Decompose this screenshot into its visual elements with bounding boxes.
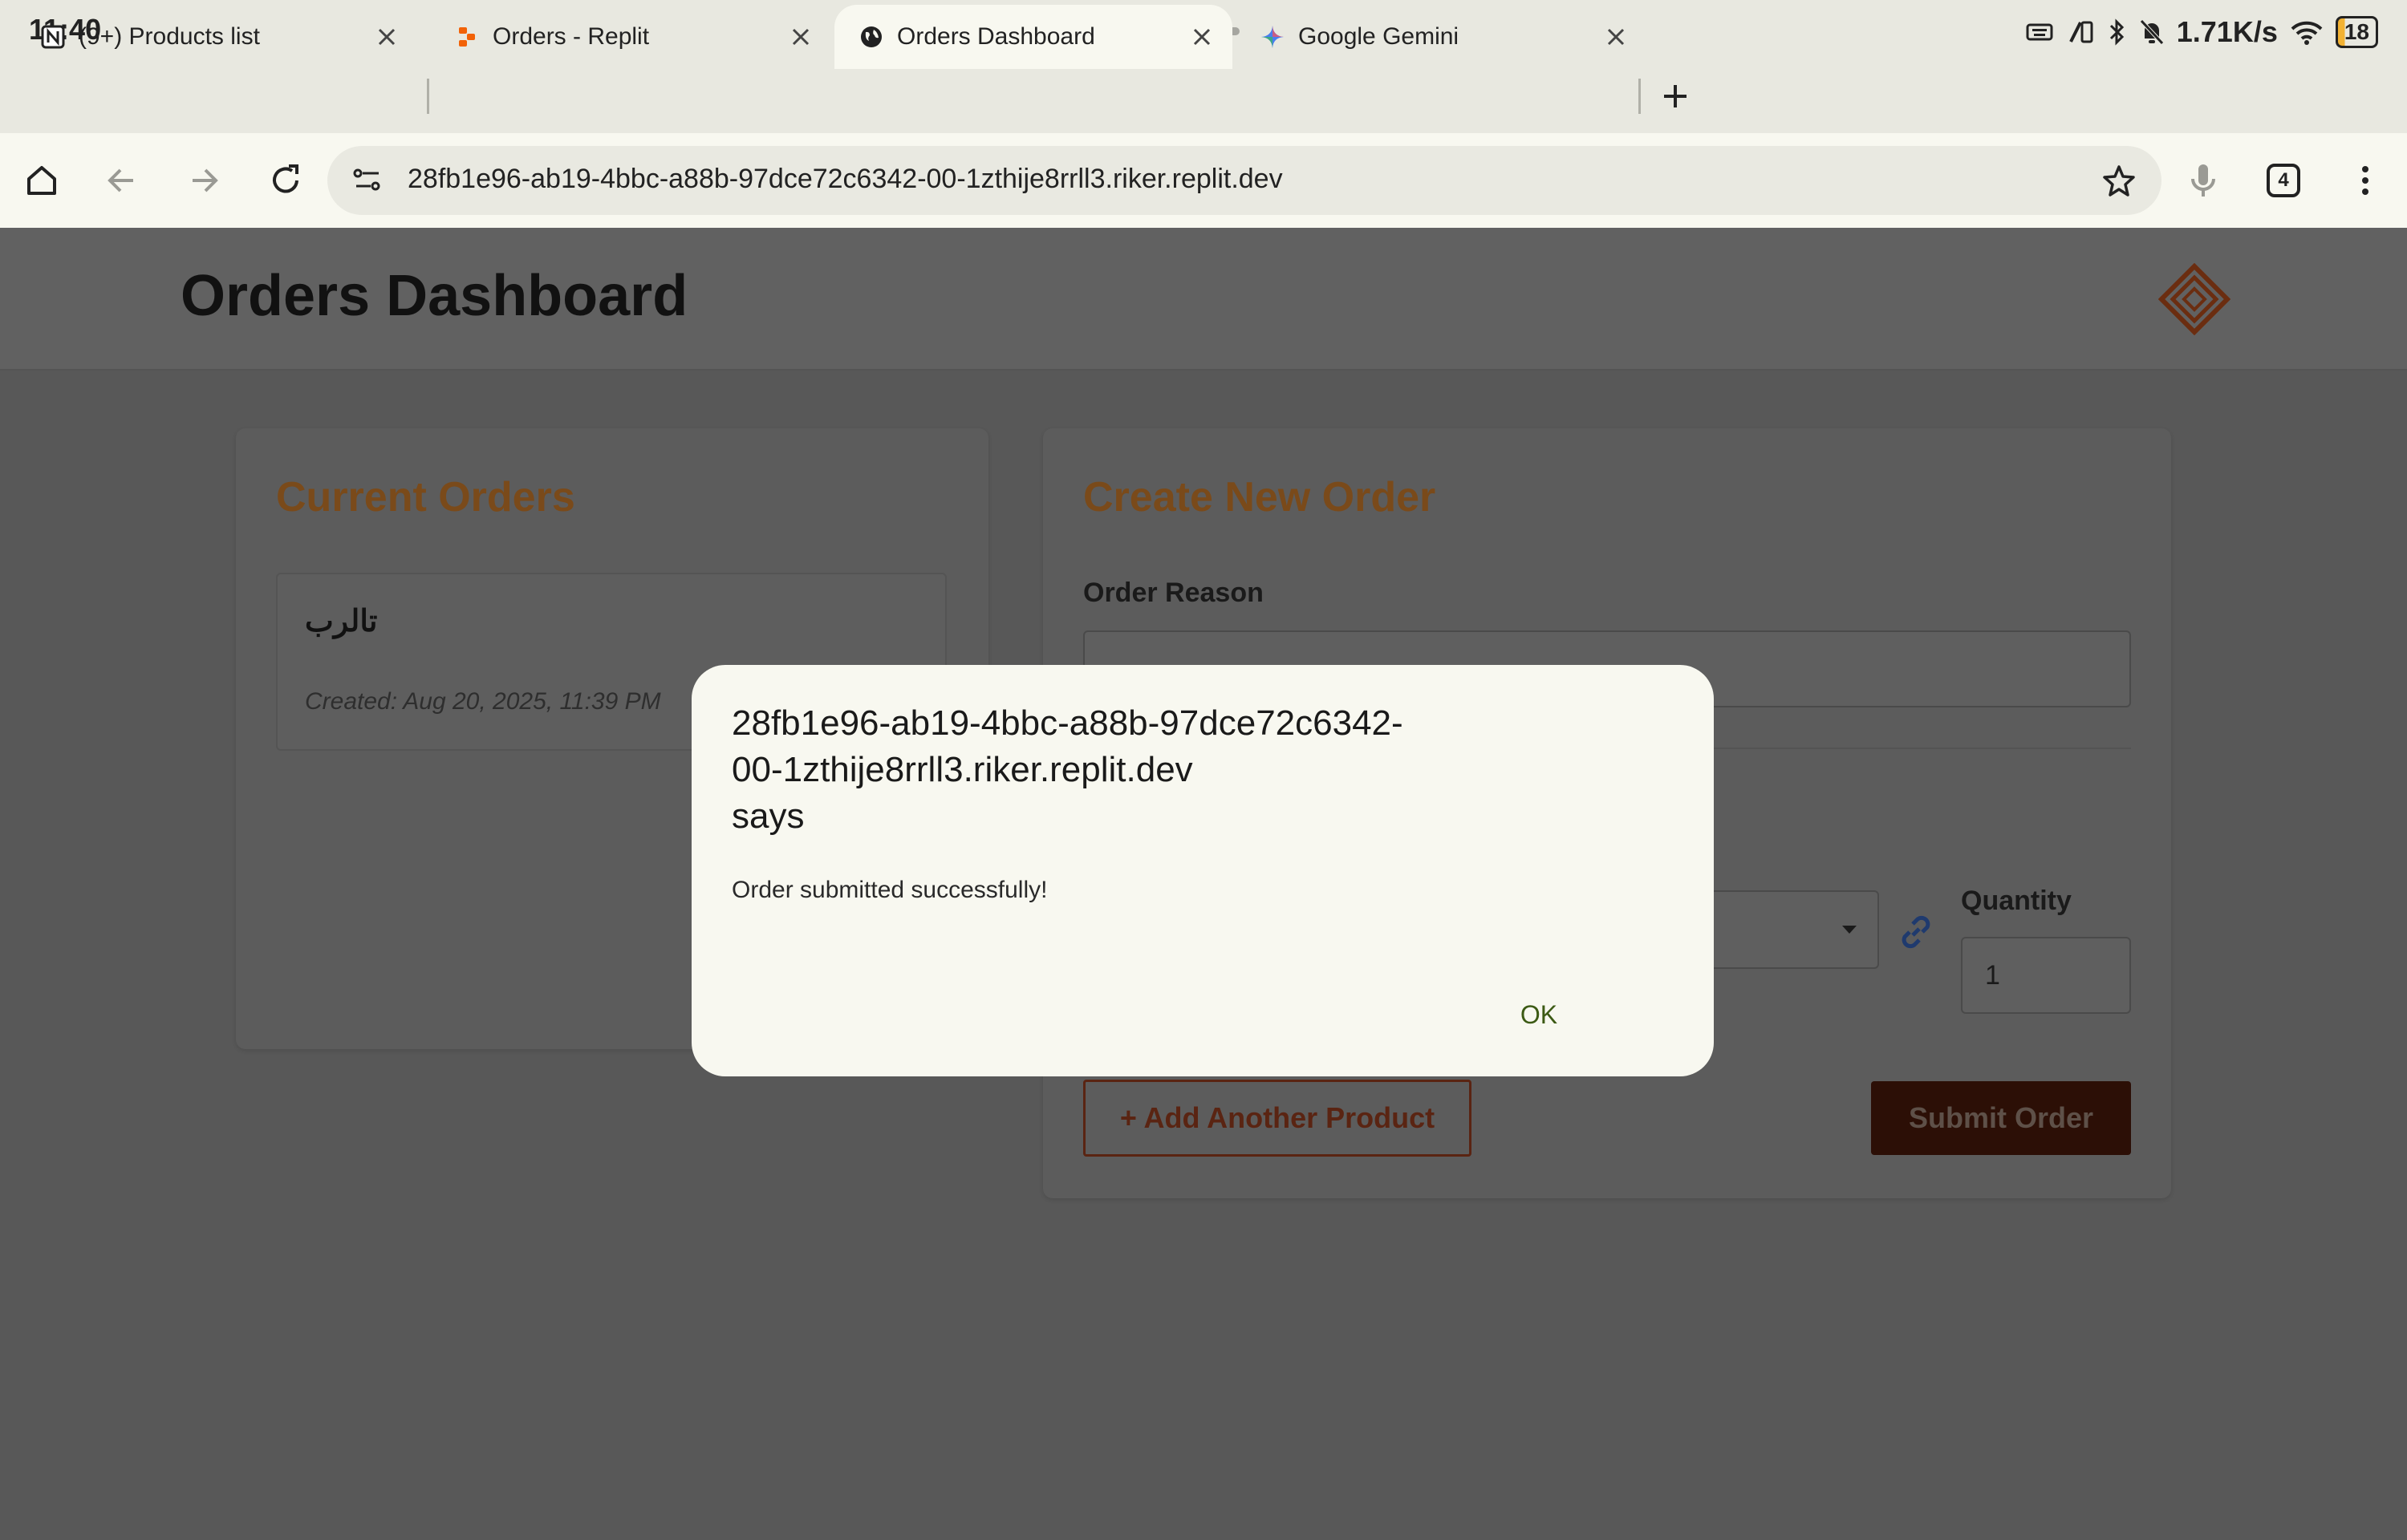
dialog-says-text: says xyxy=(732,796,805,836)
battery-indicator: 18 xyxy=(2335,16,2378,48)
tab-separator xyxy=(427,79,429,114)
network-speed: 1.71K/s xyxy=(2176,15,2278,48)
tab-orders-replit[interactable]: Orders - Replit xyxy=(430,5,831,69)
back-arrow-icon[interactable] xyxy=(101,160,143,201)
new-tab-plus-icon[interactable] xyxy=(1658,79,1693,114)
close-tab-icon[interactable] xyxy=(1601,22,1630,51)
link-icon[interactable] xyxy=(1894,910,1938,954)
tab-switcher-button[interactable]: 4 xyxy=(2267,164,2300,197)
bluetooth-icon xyxy=(2109,18,2124,46)
microphone-icon[interactable] xyxy=(2182,160,2224,201)
browser-toolbar: 28fb1e96-ab19-4bbc-a88b-97dce72c6342-00-… xyxy=(0,133,2407,228)
home-icon[interactable] xyxy=(21,160,63,201)
quantity-label: Quantity xyxy=(1961,886,2072,916)
keyboard-icon xyxy=(2026,23,2053,41)
wifi-icon xyxy=(2291,21,2323,45)
close-tab-icon[interactable] xyxy=(372,22,401,51)
tab-orders-dashboard[interactable]: Orders Dashboard xyxy=(834,5,1232,69)
quantity-input[interactable]: 1 xyxy=(1961,937,2131,1014)
submit-order-button[interactable]: Submit Order xyxy=(1871,1081,2131,1155)
dialog-message: Order submitted successfully! xyxy=(732,877,1048,903)
current-orders-heading: Current Orders xyxy=(276,474,575,521)
page-title: Orders Dashboard xyxy=(181,264,688,328)
ok-button[interactable]: OK xyxy=(1499,991,1579,1039)
gemini-icon xyxy=(1260,24,1285,50)
create-order-heading: Create New Order xyxy=(1083,474,1436,521)
vibrate-icon xyxy=(2068,21,2093,43)
order-name: تالرب xyxy=(305,605,378,638)
address-bar[interactable]: 28fb1e96-ab19-4bbc-a88b-97dce72c6342-00-… xyxy=(327,146,2161,215)
dialog-origin-title: 28fb1e96-ab19-4bbc-a88b-97dce72c6342-00-… xyxy=(732,703,1403,789)
tab-title: Orders - Replit xyxy=(493,23,650,50)
add-another-product-button[interactable]: + Add Another Product xyxy=(1083,1080,1471,1157)
tab-strip xyxy=(0,64,2407,133)
notion-icon xyxy=(40,24,66,50)
order-reason-label: Order Reason xyxy=(1083,578,1264,608)
reload-icon[interactable] xyxy=(265,160,306,201)
close-tab-icon[interactable] xyxy=(1187,22,1216,51)
tab-title: Orders Dashboard xyxy=(897,23,1095,50)
tab-products-list[interactable]: (9+) Products list xyxy=(16,5,417,69)
diamond-logo-icon xyxy=(2158,263,2230,335)
tab-title: (9+) Products list xyxy=(79,23,260,50)
tab-google-gemini[interactable]: Google Gemini xyxy=(1236,5,1646,69)
globe-icon xyxy=(858,24,884,50)
tab-separator xyxy=(1638,79,1641,114)
site-settings-icon[interactable] xyxy=(351,164,384,196)
replit-icon xyxy=(454,24,480,50)
status-icons: 1.71K/s 18 xyxy=(2026,11,2378,53)
order-created-date: Created: Aug 20, 2025, 11:39 PM xyxy=(305,688,661,715)
product-select[interactable] xyxy=(1685,890,1879,969)
dropdown-arrow-icon xyxy=(1842,926,1857,934)
bell-off-icon xyxy=(2139,19,2164,45)
url-text[interactable]: 28fb1e96-ab19-4bbc-a88b-97dce72c6342-00-… xyxy=(408,164,1283,195)
close-tab-icon[interactable] xyxy=(786,22,815,51)
overflow-menu-icon[interactable] xyxy=(2344,160,2386,201)
tab-title: Google Gemini xyxy=(1298,23,1459,50)
bookmark-star-icon[interactable] xyxy=(2101,162,2137,199)
page-header: Orders Dashboard xyxy=(0,228,2407,371)
alert-dialog: 28fb1e96-ab19-4bbc-a88b-97dce72c6342-00-… xyxy=(692,665,1714,1076)
quantity-value: 1 xyxy=(1985,959,2000,991)
forward-arrow-icon[interactable] xyxy=(183,160,225,201)
